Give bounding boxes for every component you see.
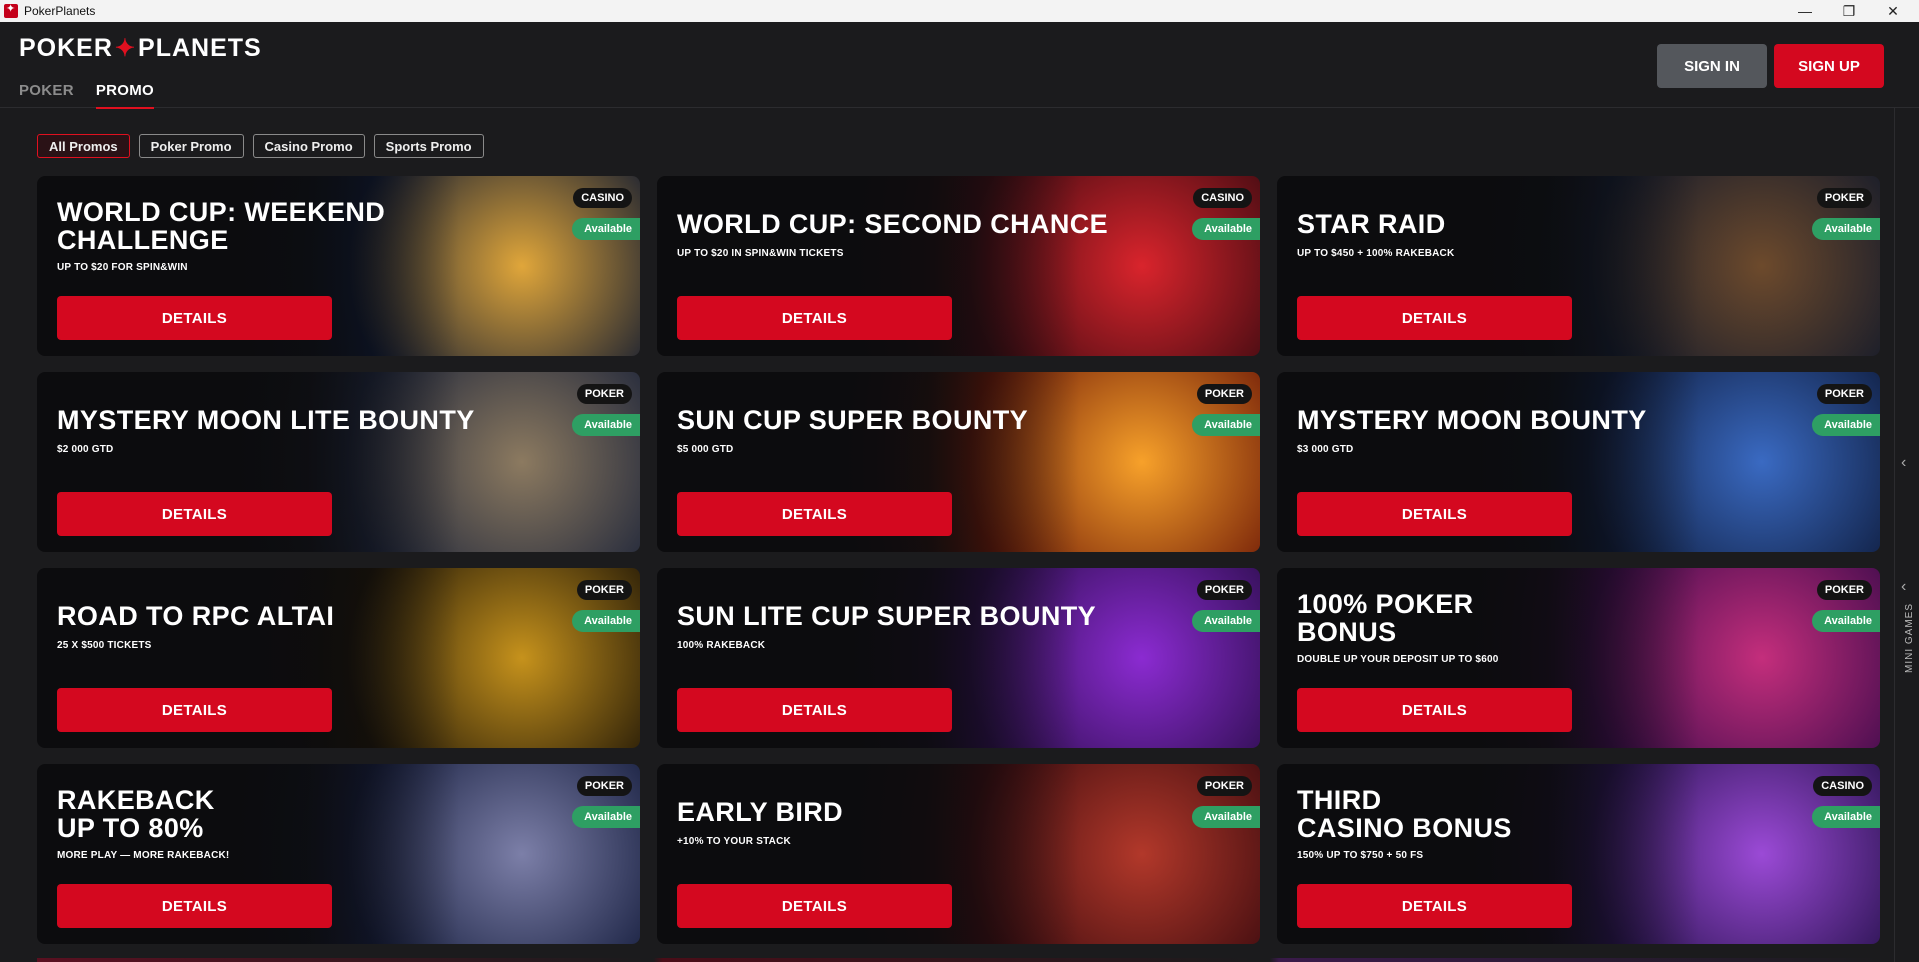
site-header: POKER ✦ PLANETS POKER PROMO SIGN IN SIGN… — [0, 22, 1919, 109]
filter-poker-promo[interactable]: Poker Promo — [138, 134, 244, 158]
star-logo-icon: ✦ — [114, 35, 137, 62]
category-badge: POKER — [1816, 580, 1872, 600]
status-badge: Available — [572, 414, 640, 436]
category-badge: POKER — [576, 776, 632, 796]
status-badge: Available — [1812, 414, 1880, 436]
promo-card[interactable]: MYSTERY MOON LITE BOUNTY $2 000 GTD DETAIL… — [37, 372, 640, 552]
promo-title: SUN LITE CUP SUPER BOUNTY — [677, 601, 1097, 631]
promo-title: WORLD CUP: WEEKEND CHALLENGE — [57, 197, 386, 255]
category-badge: POKER — [1196, 776, 1252, 796]
sign-in-button[interactable]: SIGN IN — [1657, 44, 1767, 88]
category-badge: POKER — [1816, 188, 1872, 208]
next-row-peek — [37, 958, 1877, 962]
window-titlebar: PokerPlanets — ❐ ✕ — [0, 0, 1919, 22]
details-button[interactable]: DETAILS — [677, 688, 952, 732]
promo-subtitle: $3 000 GTD — [1297, 444, 1354, 455]
promo-card[interactable]: SUN LITE CUP SUPER BOUNTY 100% RAKEBACK DE… — [657, 568, 1260, 748]
mini-games-rail[interactable]: ‹ MINI GAMES ‹ — [1894, 108, 1919, 962]
promo-title: WORLD CUP: SECOND CHANCE — [677, 209, 1109, 239]
sign-up-button[interactable]: SIGN UP — [1774, 44, 1884, 88]
category-badge: CASINO — [573, 188, 632, 208]
mini-games-label[interactable]: MINI GAMES — [1904, 603, 1915, 673]
promo-subtitle: DOUBLE UP YOUR DEPOSIT UP TO $600 — [1297, 654, 1499, 665]
details-button[interactable]: DETAILS — [57, 884, 332, 928]
promo-subtitle: UP TO $20 IN SPIN&WIN TICKETS — [677, 248, 844, 259]
promo-card[interactable]: WORLD CUP: SECOND CHANCE UP TO $20 IN SPI… — [657, 176, 1260, 356]
promo-subtitle: 100% RAKEBACK — [677, 640, 766, 651]
details-button[interactable]: DETAILS — [57, 688, 332, 732]
status-badge: Available — [1192, 610, 1260, 632]
details-button[interactable]: DETAILS — [57, 492, 332, 536]
chevron-left-icon[interactable]: ‹ — [1901, 454, 1906, 472]
promo-title: RAKEBACK UP TO 80% — [57, 785, 215, 843]
status-badge: Available — [572, 218, 640, 240]
details-button[interactable]: DETAILS — [677, 492, 952, 536]
status-badge: Available — [1192, 218, 1260, 240]
details-button[interactable]: DETAILS — [1297, 884, 1572, 928]
maximize-icon[interactable]: ❐ — [1826, 0, 1872, 22]
details-button[interactable]: DETAILS — [1297, 492, 1572, 536]
logo-text-right: PLANETS — [138, 34, 262, 62]
promo-card[interactable]: RAKEBACK UP TO 80% MORE PLAY — MORE RAKEB… — [37, 764, 640, 944]
filter-all-promos[interactable]: All Promos — [37, 134, 130, 158]
promo-subtitle: +10% TO YOUR STACK — [677, 836, 791, 847]
status-badge: Available — [1192, 806, 1260, 828]
tab-promo[interactable]: PROMO — [95, 82, 155, 109]
promo-title: SUN CUP SUPER BOUNTY — [677, 405, 1029, 435]
app-icon — [4, 2, 18, 18]
main-nav: POKER PROMO — [19, 82, 155, 109]
status-badge: Available — [1812, 218, 1880, 240]
category-badge: POKER — [576, 580, 632, 600]
details-button[interactable]: DETAILS — [677, 884, 952, 928]
status-badge: Available — [572, 610, 640, 632]
status-badge: Available — [1812, 806, 1880, 828]
minimize-icon[interactable]: — — [1782, 0, 1828, 22]
status-badge: Available — [572, 806, 640, 828]
logo[interactable]: POKER ✦ PLANETS — [19, 34, 262, 63]
promo-title: THIRD CASINO BONUS — [1297, 785, 1512, 843]
promo-card[interactable]: WORLD CUP: WEEKEND CHALLENGE UP TO $20 FO… — [37, 176, 640, 356]
category-badge: POKER — [1196, 384, 1252, 404]
category-badge: POKER — [1196, 580, 1252, 600]
promo-subtitle: MORE PLAY — MORE RAKEBACK! — [57, 850, 230, 861]
promo-subtitle: 25 X $500 TICKETS — [57, 640, 152, 651]
promo-subtitle: UP TO $450 + 100% RAKEBACK — [1297, 248, 1455, 259]
promo-title: MYSTERY MOON LITE BOUNTY — [57, 405, 475, 435]
category-badge: CASINO — [1813, 776, 1872, 796]
window-title: PokerPlanets — [24, 4, 96, 18]
tab-poker[interactable]: POKER — [19, 82, 74, 109]
promo-title: 100% POKER BONUS — [1297, 589, 1474, 647]
promo-subtitle: 150% UP TO $750 + 50 FS — [1297, 850, 1424, 861]
promo-card[interactable]: 100% POKER BONUS DOUBLE UP YOUR DEPOSIT U… — [1277, 568, 1880, 748]
details-button[interactable]: DETAILS — [57, 296, 332, 340]
promo-card[interactable]: MYSTERY MOON BOUNTY $3 000 GTD DETAILS POKE… — [1277, 372, 1880, 552]
promo-card[interactable]: STAR RAID UP TO $450 + 100% RAKEBACK DETAI… — [1277, 176, 1880, 356]
category-badge: CASINO — [1193, 188, 1252, 208]
chevron-left-icon[interactable]: ‹ — [1901, 578, 1906, 596]
promo-subtitle: $2 000 GTD — [57, 444, 114, 455]
promo-title: ROAD TO RPC ALTAI — [57, 601, 335, 631]
logo-text-left: POKER — [19, 34, 113, 62]
status-badge: Available — [1812, 610, 1880, 632]
promo-subtitle: UP TO $20 FOR SPIN&WIN — [57, 262, 188, 273]
category-badge: POKER — [1816, 384, 1872, 404]
details-button[interactable]: DETAILS — [677, 296, 952, 340]
promo-filters: All Promos Poker Promo Casino Promo Spor… — [37, 134, 484, 158]
filter-casino-promo[interactable]: Casino Promo — [252, 134, 365, 158]
promo-card[interactable]: THIRD CASINO BONUS 150% UP TO $750 + 50 F… — [1277, 764, 1880, 944]
promo-subtitle: $5 000 GTD — [677, 444, 734, 455]
promo-title: MYSTERY MOON BOUNTY — [1297, 405, 1647, 435]
promo-title: EARLY BIRD — [677, 797, 844, 827]
promo-card[interactable]: EARLY BIRD +10% TO YOUR STACK DETAILS POKER… — [657, 764, 1260, 944]
close-icon[interactable]: ✕ — [1870, 0, 1916, 22]
filter-sports-promo[interactable]: Sports Promo — [373, 134, 484, 158]
details-button[interactable]: DETAILS — [1297, 688, 1572, 732]
details-button[interactable]: DETAILS — [1297, 296, 1572, 340]
promo-title: STAR RAID — [1297, 209, 1446, 239]
promo-card[interactable]: ROAD TO RPC ALTAI 25 X $500 TICKETS DETAIL… — [37, 568, 640, 748]
category-badge: POKER — [576, 384, 632, 404]
status-badge: Available — [1192, 414, 1260, 436]
promo-card[interactable]: SUN CUP SUPER BOUNTY $5 000 GTD DETAILS POK… — [657, 372, 1260, 552]
